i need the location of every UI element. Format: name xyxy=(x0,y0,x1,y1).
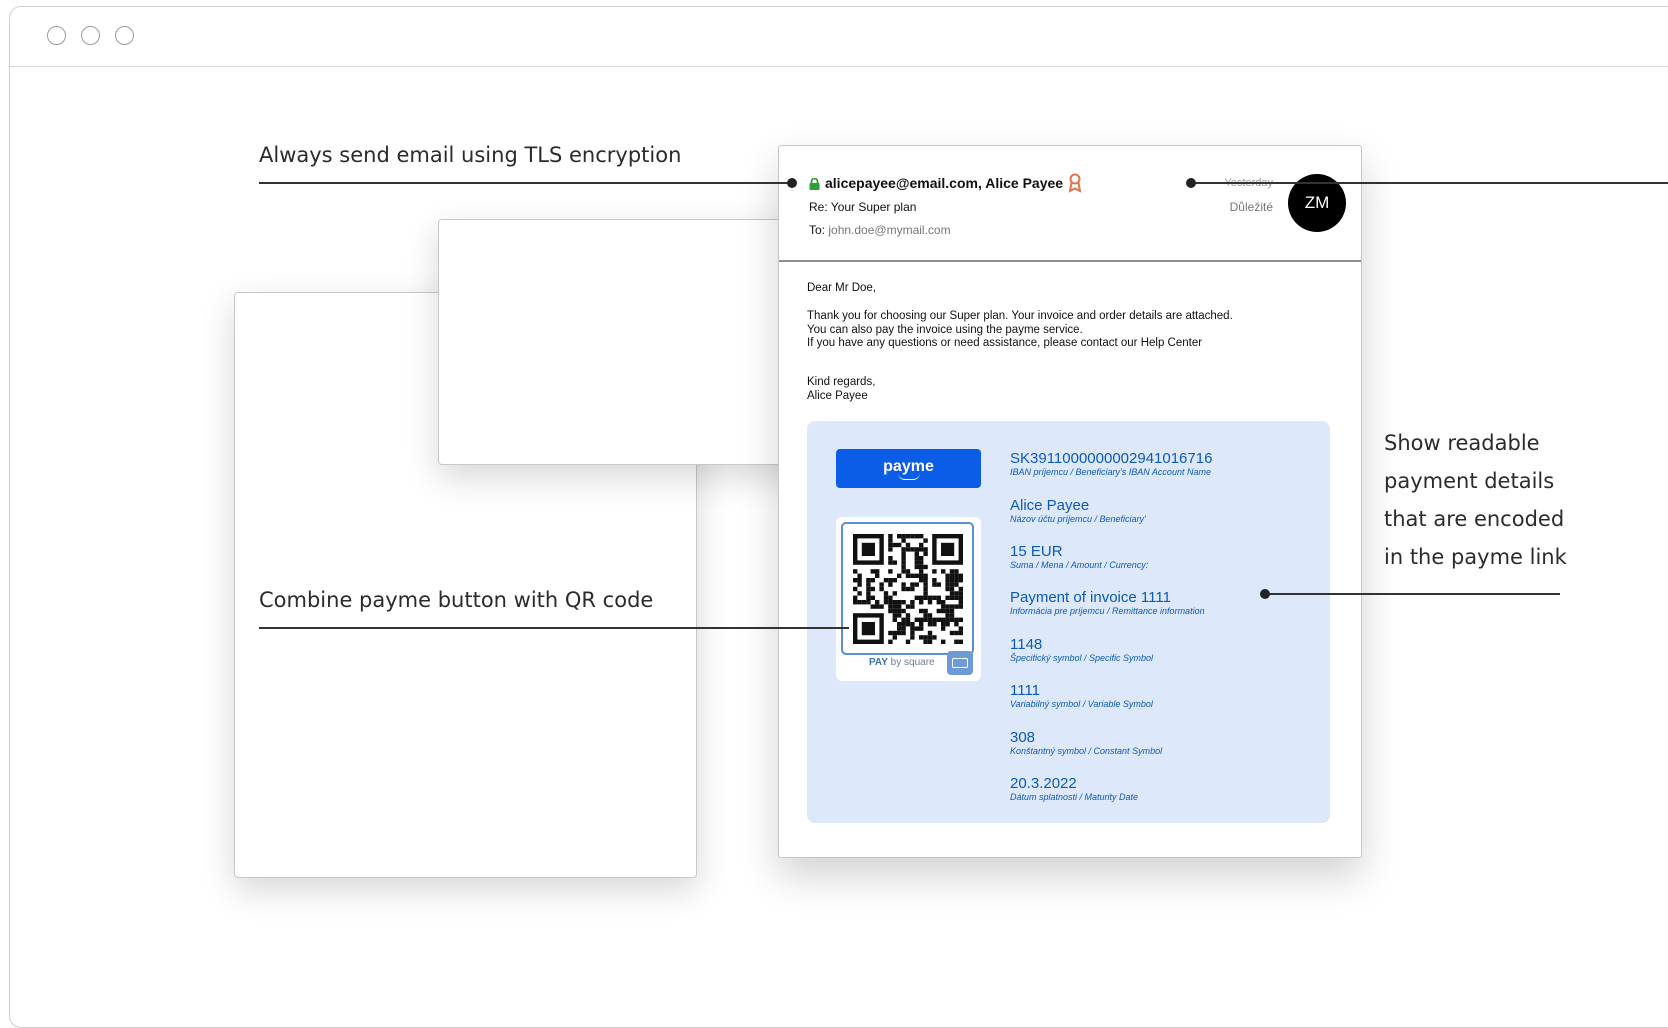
callout-readable-line: in the payme link xyxy=(1384,545,1567,569)
callout-tls: Always send email using TLS encryption xyxy=(259,143,682,167)
detail-value: 1111 xyxy=(1010,682,1041,699)
verified-badge-icon xyxy=(1068,173,1082,198)
detail-value: Payment of invoice 1111 xyxy=(1010,589,1171,606)
email-recipient: To: john.doe@mymail.com xyxy=(809,223,951,237)
detail-variable-symbol: 1111 Variabilný symbol / Variable Symbol xyxy=(1010,682,1153,710)
connector-line-combine xyxy=(259,627,849,629)
connector-bullet-readable xyxy=(1260,589,1270,599)
to-address: john.doe@mymail.com xyxy=(828,223,951,237)
window-minimize-button[interactable] xyxy=(81,26,100,45)
callout-combine: Combine payme button with QR code xyxy=(259,588,654,612)
detail-constant-symbol: 308 Konštantný symbol / Constant Symbol xyxy=(1010,729,1162,757)
payme-smile-icon xyxy=(897,473,920,480)
detail-amount: 15 EUR Suma / Mena / Amount / Currency: xyxy=(1010,543,1148,571)
email-greeting: Dear Mr Doe, xyxy=(807,282,877,294)
detail-remittance: Payment of invoice 1111 Informácia pre p… xyxy=(1010,589,1205,617)
signoff-line: Kind regards, xyxy=(807,376,876,388)
connector-line-tls xyxy=(259,182,792,184)
detail-iban: SK3911000000002941016716 IBAN príjemcu /… xyxy=(1010,450,1212,478)
qr-card: PAY by square xyxy=(836,517,981,681)
detail-value: 1148 xyxy=(1010,636,1043,653)
connector-line-readable xyxy=(1265,593,1560,595)
detail-label: Suma / Mena / Amount / Currency: xyxy=(1010,560,1149,570)
qr-frame xyxy=(841,522,974,655)
email-header: alicepayee@email.com, Alice Payee Re: Yo… xyxy=(779,146,1361,262)
paragraph-line: You can also pay the invoice using the p… xyxy=(807,323,1083,336)
callout-readable: Show readable payment details that are e… xyxy=(1384,424,1567,576)
qr-code-icon xyxy=(853,534,963,644)
payment-panel: payme PAY by square SK391100000000294101… xyxy=(807,421,1330,823)
detail-value: SK3911000000002941016716 xyxy=(1010,450,1213,467)
pay-by-square-caption: PAY by square xyxy=(869,657,935,668)
window-close-button[interactable] xyxy=(47,26,66,45)
detail-label: Variabilný symbol / Variable Symbol xyxy=(1010,699,1153,709)
title-bar xyxy=(10,7,1668,67)
detail-label: IBAN príjemcu / Beneficiary's IBAN Accou… xyxy=(1010,467,1211,477)
signoff-line: Alice Payee xyxy=(807,389,868,402)
detail-beneficiary: Alice Payee Názov účtu príjemcu / Benefi… xyxy=(1010,497,1146,525)
sender-name: alicepayee@email.com, Alice Payee xyxy=(825,175,1064,191)
email-preview: alicepayee@email.com, Alice Payee Re: Yo… xyxy=(778,145,1362,858)
detail-value: 15 EUR xyxy=(1010,543,1063,560)
detail-label: Špecifický symbol / Specific Symbol xyxy=(1010,653,1154,663)
detail-value: 20.3.2022 xyxy=(1010,775,1077,792)
email-label[interactable]: Důležité xyxy=(1230,200,1273,214)
connector-bullet-tls xyxy=(787,178,797,188)
lock-icon xyxy=(809,177,820,195)
callout-readable-line: that are encoded xyxy=(1384,507,1565,531)
detail-value: 308 xyxy=(1010,729,1036,746)
callout-readable-line: payment details xyxy=(1384,469,1555,493)
detail-value: Alice Payee xyxy=(1010,497,1090,514)
detail-label: Konštantný symbol / Constant Symbol xyxy=(1010,746,1163,756)
connector-bullet-header xyxy=(1186,178,1196,188)
detail-label: Informácia pre príjemcu / Remittance inf… xyxy=(1010,606,1205,616)
payme-button[interactable]: payme xyxy=(836,449,981,488)
email-signoff: Kind regards, Alice Payee xyxy=(807,376,875,403)
detail-maturity-date: 20.3.2022 Dátum splatnosti / Maturity Da… xyxy=(1010,775,1138,803)
card-icon xyxy=(947,651,973,675)
pay-by-square-bold: PAY xyxy=(869,657,888,668)
paragraph-line: Thank you for choosing our Super plan. Y… xyxy=(807,310,1233,322)
paragraph-line: If you have any questions or need assist… xyxy=(807,337,1203,349)
callout-readable-line: Show readable xyxy=(1384,431,1540,455)
to-label: To: xyxy=(809,223,826,237)
connector-line-header xyxy=(1191,182,1668,184)
email-subject: Re: Your Super plan xyxy=(809,200,917,214)
window-maximize-button[interactable] xyxy=(115,26,134,45)
detail-label: Názov účtu príjemcu / Beneficiary' xyxy=(1010,514,1146,524)
pay-by-square-rest: by square xyxy=(887,657,935,668)
detail-label: Dátum splatnosti / Maturity Date xyxy=(1010,792,1139,802)
email-paragraph: Thank you for choosing our Super plan. Y… xyxy=(807,310,1233,351)
detail-specific-symbol: 1148 Špecifický symbol / Specific Symbol xyxy=(1010,636,1153,664)
